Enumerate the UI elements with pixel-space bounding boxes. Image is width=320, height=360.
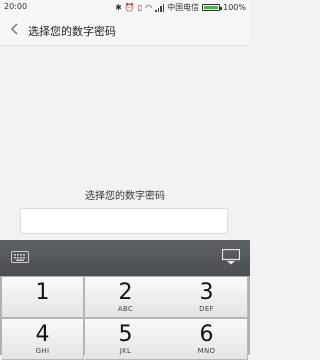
key-digit: 5 bbox=[118, 322, 133, 347]
key-digit: 4 bbox=[35, 322, 50, 347]
title-bar: 选择您的数字密码 bbox=[0, 14, 250, 46]
key-digit: 2 bbox=[118, 280, 133, 305]
key-5[interactable]: 5 JKL bbox=[85, 319, 167, 360]
hide-keyboard-icon[interactable] bbox=[222, 249, 240, 265]
status-icons: ✱ ⏰ ▯ ◠ 中国电信 100% bbox=[115, 2, 246, 13]
key-digit: 6 bbox=[199, 322, 214, 347]
status-time: 20:00 bbox=[4, 2, 28, 11]
alarm-icon: ⏰ bbox=[124, 2, 135, 12]
battery-percent: 100% bbox=[223, 3, 246, 12]
signal-icon bbox=[155, 3, 165, 12]
keyboard-icon bbox=[11, 251, 29, 263]
key-letters: ABC bbox=[117, 305, 134, 313]
key-digit: 3 bbox=[199, 280, 214, 305]
vibrate-icon: ▯ bbox=[137, 2, 143, 12]
page-title: 选择您的数字密码 bbox=[28, 25, 116, 38]
main-content: 选择您的数字密码 bbox=[0, 46, 250, 240]
bluetooth-icon: ✱ bbox=[115, 2, 122, 12]
key-6[interactable]: 6 MNO bbox=[166, 319, 248, 360]
key-2[interactable]: 2 ABC bbox=[85, 277, 167, 318]
carrier-label: 中国电信 bbox=[167, 3, 200, 12]
pin-prompt: 选择您的数字密码 bbox=[85, 191, 165, 202]
keyboard-toolbar bbox=[0, 240, 250, 276]
wifi-icon: ◠ bbox=[145, 2, 153, 12]
key-1[interactable]: 1 bbox=[2, 277, 84, 318]
key-3[interactable]: 3 DEF bbox=[166, 277, 248, 318]
chevron-left-icon[interactable] bbox=[8, 22, 22, 36]
key-digit: 1 bbox=[35, 280, 50, 305]
key-4[interactable]: 4 GHI bbox=[2, 319, 84, 360]
pin-input[interactable] bbox=[20, 208, 228, 234]
status-bar: 20:00 ✱ ⏰ ▯ ◠ 中国电信 100% bbox=[0, 0, 250, 14]
key-letters: DEF bbox=[199, 305, 214, 313]
numeric-keypad: 1 2 ABC 3 DEF 4 GHI 5 JKL 6 MNO bbox=[0, 276, 250, 360]
battery-icon bbox=[202, 4, 223, 11]
